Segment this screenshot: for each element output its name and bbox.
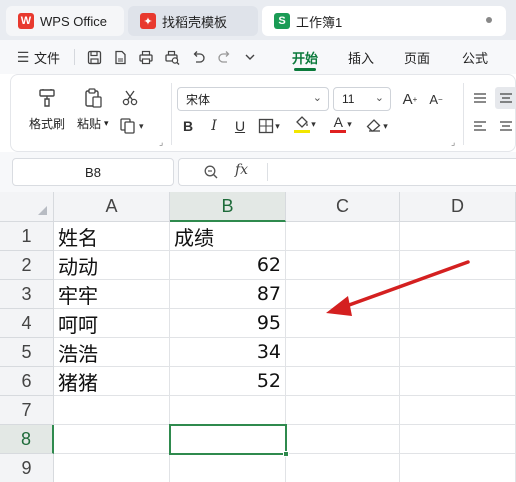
- copy-icon[interactable]: ▾: [119, 115, 155, 137]
- menu-bar: ☰ 文件 开始 插入 页面 公式: [0, 40, 516, 74]
- clipboard-icon: [80, 85, 106, 111]
- font-name-select[interactable]: 宋体 ⌄: [177, 87, 329, 111]
- spreadsheet-grid: A B C D 1 2 3 4 5 6 7 8 9 姓名 成绩 动动 62 牢牢…: [0, 192, 516, 482]
- unsaved-dot-icon[interactable]: [486, 17, 492, 23]
- fill-color-swatch: [294, 130, 311, 133]
- paste-button[interactable]: 粘贴 ▾: [77, 85, 109, 132]
- annotation-arrow: [326, 260, 470, 316]
- chevron-down-icon: ▾: [275, 120, 280, 131]
- font-color-swatch: [330, 130, 347, 133]
- align-left-icon[interactable]: [469, 115, 491, 137]
- paste-label-row: 粘贴 ▾: [77, 115, 109, 132]
- font-size-select[interactable]: 11 ⌄: [333, 87, 391, 111]
- divider: [74, 49, 75, 65]
- daoke-logo-icon: ✦: [140, 13, 156, 29]
- hamburger-icon: ☰: [16, 48, 30, 65]
- wps-logo-icon: W: [18, 13, 34, 29]
- title-bar: W WPS Office ✦ 找稻壳模板 S 工作簿1: [0, 0, 516, 40]
- fill-color-icon[interactable]: ▾: [289, 113, 321, 135]
- arrow-head: [326, 296, 352, 316]
- name-box[interactable]: B8: [12, 158, 174, 186]
- chevron-down-icon[interactable]: [238, 45, 262, 69]
- tab-label: WPS Office: [40, 13, 107, 29]
- formula-input[interactable]: [275, 159, 516, 185]
- tab-home-label: 开始: [292, 50, 319, 66]
- tab-insert-label: 插入: [348, 50, 375, 66]
- divider: [463, 83, 464, 145]
- dialog-launcher-icon[interactable]: ⌟: [451, 137, 455, 148]
- chevron-down-icon: ⌄: [312, 92, 322, 104]
- name-box-value: B8: [85, 164, 101, 180]
- chevron-down-icon: ▾: [104, 118, 109, 128]
- undo-icon[interactable]: [186, 45, 210, 69]
- align-middle-icon[interactable]: [495, 87, 516, 109]
- tab-home[interactable]: 开始: [292, 40, 318, 74]
- cut-icon[interactable]: [119, 87, 141, 109]
- tab-workbook[interactable]: S 工作簿1: [262, 6, 506, 36]
- format-painter-label: 格式刷: [29, 117, 66, 131]
- font-name-value: 宋体: [186, 92, 211, 107]
- arrow-shaft: [336, 260, 470, 311]
- divider: [171, 83, 172, 145]
- italic-icon[interactable]: I: [203, 115, 225, 137]
- divider: [267, 163, 268, 181]
- chevron-down-icon: ▾: [311, 118, 316, 129]
- formula-area: fx: [178, 158, 516, 186]
- ribbon-panel: 格式刷 粘贴 ▾ ▾ ⌟ 宋体 ⌄ 11 ⌄ A + A − B I U ▾ ▾…: [10, 74, 516, 152]
- border-icon[interactable]: ▾: [255, 115, 283, 137]
- chevron-down-icon: ▾: [347, 118, 352, 129]
- redo-icon[interactable]: [212, 45, 236, 69]
- file-menu-label: 文件: [34, 50, 61, 66]
- paste-label: 粘贴: [77, 117, 102, 131]
- formula-bar: B8 fx: [0, 152, 516, 192]
- bold-icon[interactable]: B: [177, 115, 199, 137]
- dialog-launcher-icon[interactable]: ⌟: [159, 137, 163, 148]
- function-icon[interactable]: fx: [235, 162, 248, 178]
- tab-formula[interactable]: 公式: [462, 40, 488, 74]
- print-icon[interactable]: [134, 45, 158, 69]
- decrease-font-size-icon[interactable]: A −: [425, 88, 447, 110]
- file-menu[interactable]: ☰ 文件: [14, 45, 60, 69]
- save-icon[interactable]: [82, 45, 106, 69]
- tab-page-label: 页面: [404, 50, 431, 66]
- tab-daoke-templates[interactable]: ✦ 找稻壳模板: [128, 6, 258, 36]
- format-painter-button[interactable]: 格式刷: [29, 85, 65, 132]
- tab-page[interactable]: 页面: [404, 40, 430, 74]
- tab-insert[interactable]: 插入: [348, 40, 374, 74]
- tab-label: 找稻壳模板: [162, 14, 228, 30]
- font-color-icon[interactable]: A ▾: [325, 113, 357, 135]
- underline-icon[interactable]: U: [229, 115, 251, 137]
- chevron-down-icon: ⌄: [374, 92, 384, 104]
- chevron-down-icon: ▾: [139, 120, 144, 131]
- align-center-icon[interactable]: [495, 115, 516, 137]
- zoom-search-icon[interactable]: [203, 164, 219, 185]
- increase-font-size-icon[interactable]: A +: [399, 88, 421, 110]
- tab-label: 工作簿1: [296, 14, 343, 30]
- export-pdf-icon[interactable]: [108, 45, 132, 69]
- align-top-icon[interactable]: [469, 87, 491, 109]
- clear-format-icon[interactable]: ▾: [361, 115, 393, 137]
- font-size-value: 11: [342, 92, 355, 106]
- tab-wps-office[interactable]: W WPS Office: [6, 6, 124, 36]
- tab-formula-label: 公式: [462, 50, 489, 66]
- sheet-icon: S: [274, 13, 290, 29]
- format-painter-icon: [34, 85, 60, 111]
- print-preview-icon[interactable]: [160, 45, 184, 69]
- chevron-down-icon: ▾: [383, 120, 388, 131]
